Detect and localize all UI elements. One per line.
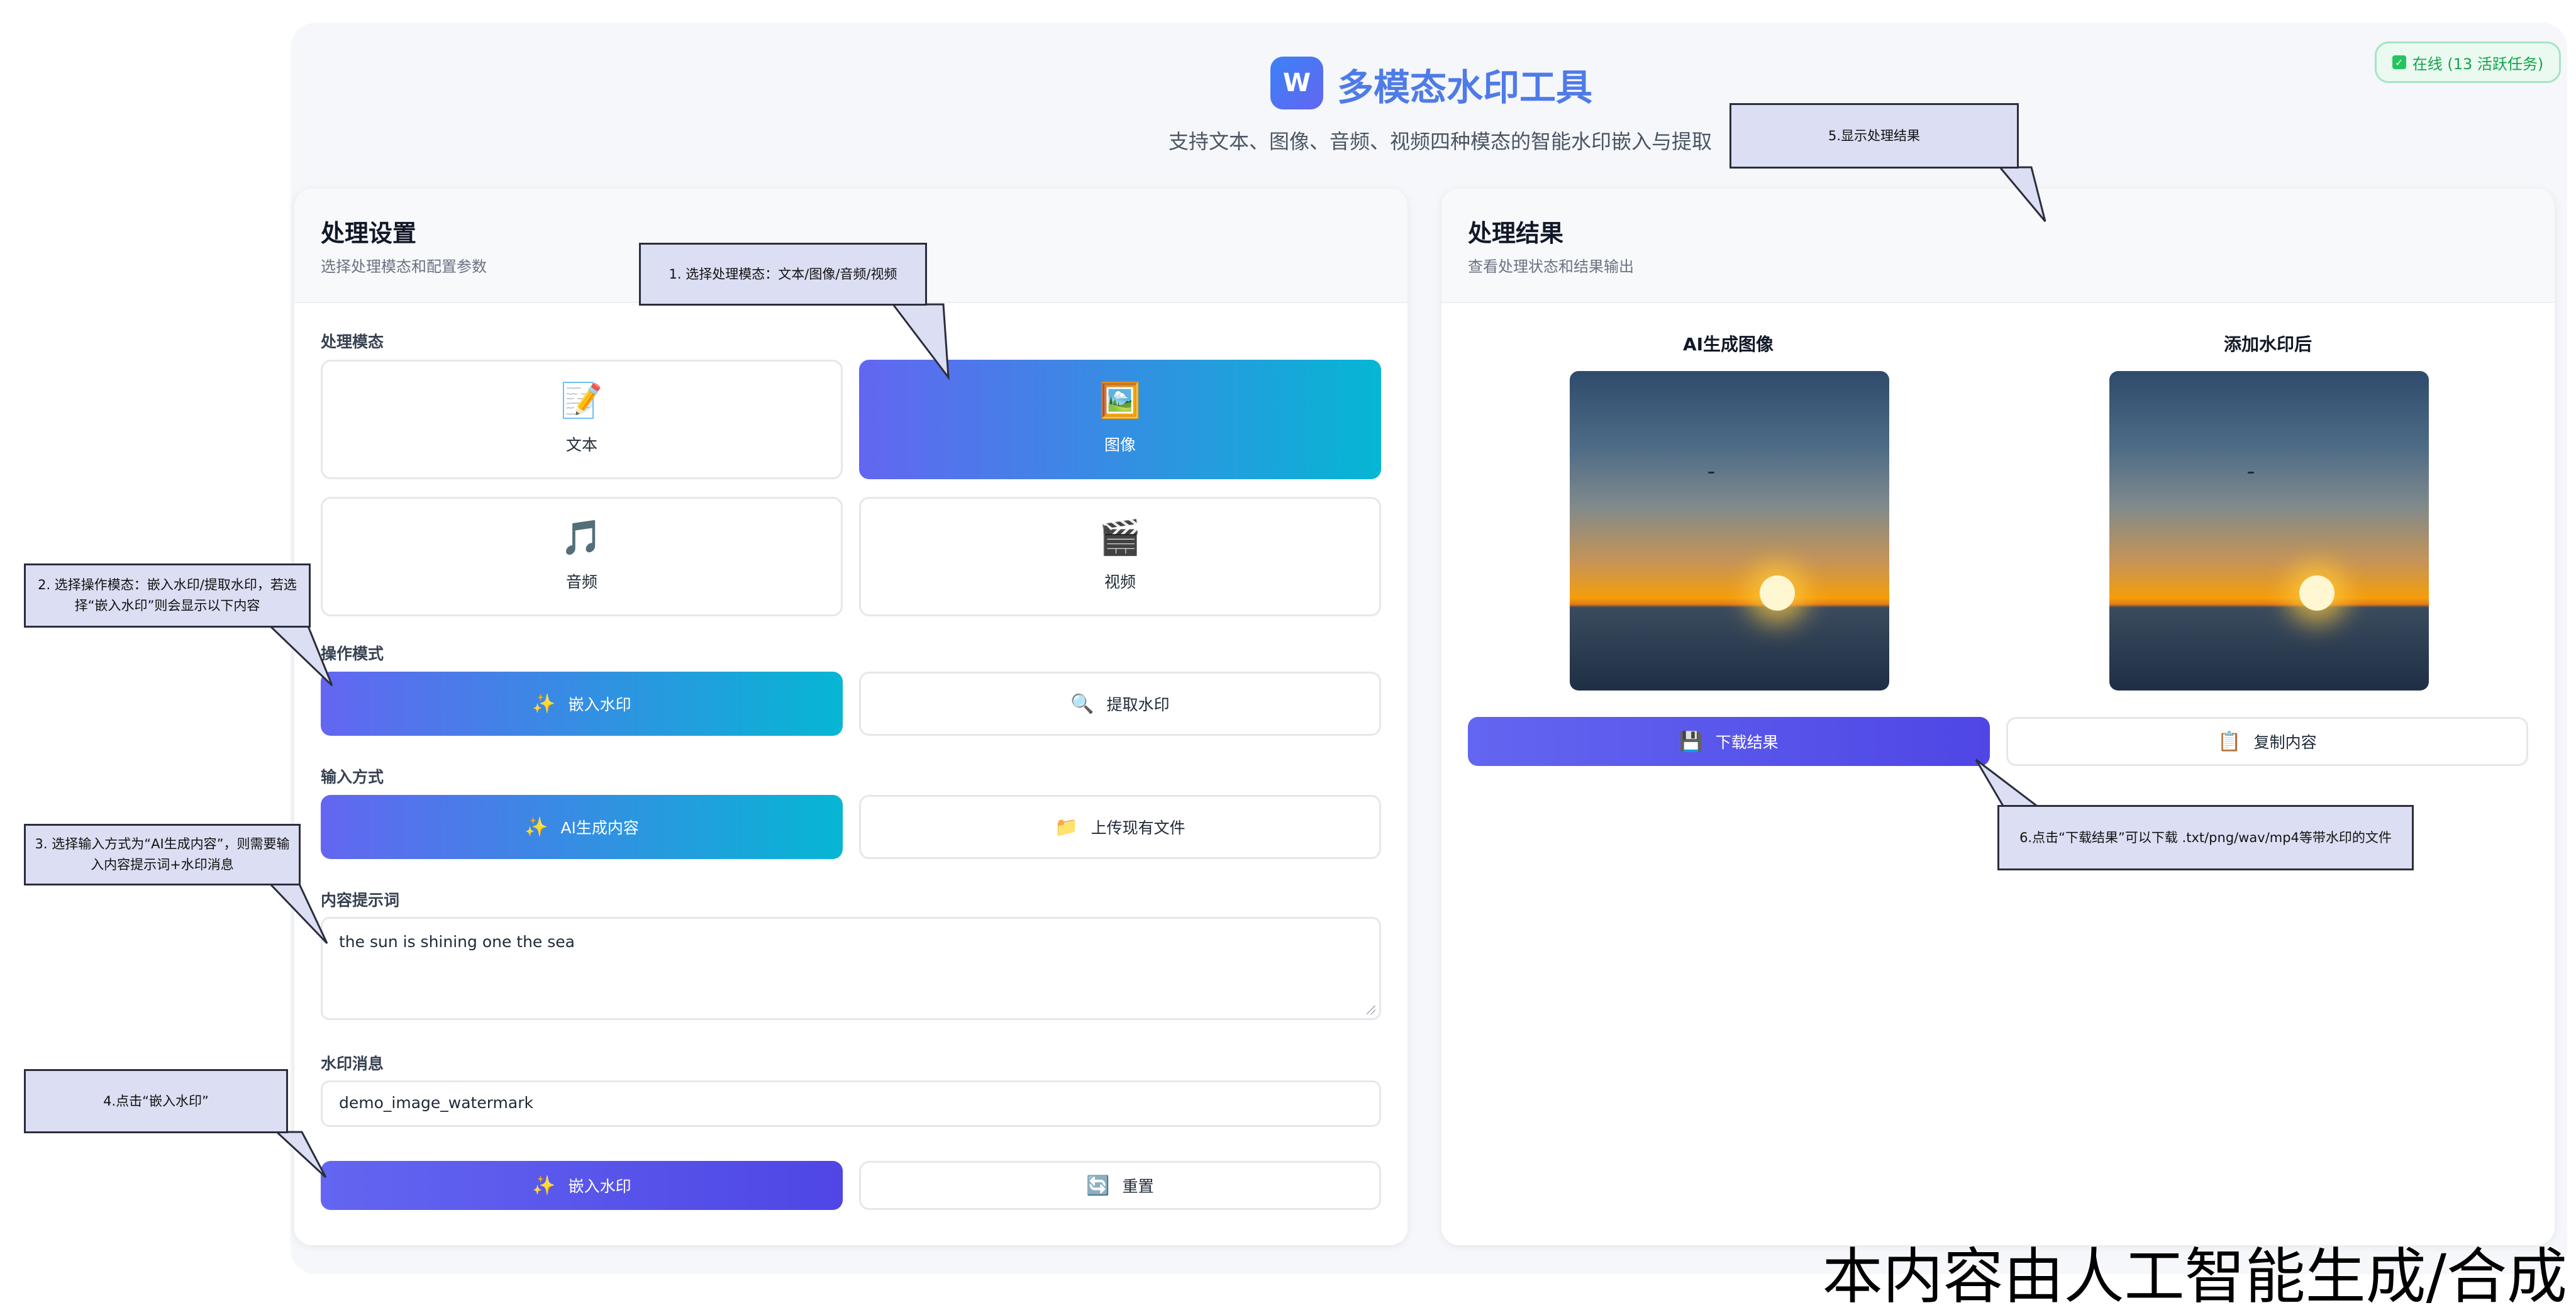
floppy-disk-icon: 💾 [1679, 730, 1703, 753]
clipboard-icon: 📋 [2218, 730, 2241, 753]
prompt-label: 内容提示词 [321, 891, 400, 909]
prompt-value: the sun is shining one the sea [339, 933, 575, 951]
modality-image-card[interactable]: 🖼️ 图像 [859, 360, 1381, 479]
watermark-input[interactable]: demo_image_watermark [321, 1080, 1381, 1127]
modality-text-card[interactable]: 📝 文本 [321, 360, 843, 479]
modality-audio-label: 音频 [565, 573, 597, 591]
download-result-button[interactable]: 💾 下载结果 [1468, 717, 1990, 766]
original-image [1570, 371, 1889, 691]
sparkles-icon: ✨ [525, 816, 548, 838]
results-panel-title: 处理结果 [1468, 219, 1564, 247]
reset-button[interactable]: 🔄 重置 [859, 1161, 1381, 1210]
resize-handle-icon[interactable] [1367, 1006, 1375, 1014]
embed-watermark-submit-button[interactable]: ✨ 嵌入水印 [321, 1161, 843, 1210]
watermarked-image [2109, 371, 2429, 691]
ai-generate-label: AI生成内容 [560, 819, 639, 837]
status-badge: ✓ 在线 (13 活跃任务) [2375, 42, 2561, 83]
extract-watermark-mode-button[interactable]: 🔍 提取水印 [859, 672, 1381, 736]
sparkles-icon: ✨ [532, 692, 556, 715]
modality-image-label: 图像 [1104, 436, 1136, 454]
modality-video-card[interactable]: 🎬 视频 [859, 497, 1381, 616]
ai-generated-label: 本内容由人工智能生成/合成 [1822, 1241, 2567, 1312]
upload-file-label: 上传现有文件 [1091, 819, 1185, 837]
app-logo: W [1270, 57, 1323, 109]
refresh-icon: 🔄 [1086, 1174, 1110, 1197]
app-title: 多模态水印工具 [1337, 66, 1593, 109]
results-panel: 处理结果 查看处理状态和结果输出 AI生成图像 添加水印后 💾 下载结果 📋 复… [1441, 189, 2555, 1245]
settings-panel: 处理设置 选择处理模态和配置参数 处理模态 📝 文本 🖼️ 图像 🎵 音频 🎬 … [294, 189, 1407, 1245]
music-note-icon: 🎵 [560, 518, 603, 557]
picture-icon: 🖼️ [1099, 380, 1141, 420]
status-text: 在线 (13 活跃任务) [2412, 55, 2544, 73]
embed-watermark-mode-button[interactable]: ✨ 嵌入水印 [321, 672, 843, 736]
copy-content-button[interactable]: 📋 复制内容 [2006, 717, 2528, 766]
upload-file-button[interactable]: 📁 上传现有文件 [859, 795, 1381, 859]
ai-generate-button[interactable]: ✨ AI生成内容 [321, 795, 843, 859]
download-label: 下载结果 [1715, 733, 1779, 752]
app-subtitle: 支持文本、图像、音频、视频四种模态的智能水印嵌入与提取 [1169, 130, 1713, 153]
check-square-icon: ✓ [2392, 55, 2406, 69]
results-panel-header: 处理结果 查看处理状态和结果输出 [1441, 189, 2555, 303]
callout-step-1: 1. 选择处理模态：文本/图像/音频/视频 [639, 243, 927, 306]
original-image-title: AI生成图像 [1682, 334, 1774, 355]
sun [2299, 575, 2334, 611]
watermark-label: 水印消息 [321, 1055, 384, 1073]
callout-step-5: 5.显示处理结果 [1729, 103, 2019, 169]
modality-video-label: 视频 [1104, 573, 1136, 591]
extract-watermark-mode-label: 提取水印 [1106, 696, 1170, 714]
callout-step-4: 4.点击“嵌入水印” [24, 1069, 288, 1133]
prompt-textarea[interactable]: the sun is shining one the sea [321, 917, 1381, 1020]
watermark-value: demo_image_watermark [339, 1094, 533, 1112]
results-panel-subtitle: 查看处理状态和结果输出 [1468, 258, 1634, 275]
operation-label: 操作模式 [321, 645, 384, 663]
callout-step-2: 2. 选择操作模态：嵌入水印/提取水印，若选择“嵌入水印”则会显示以下内容 [24, 563, 311, 628]
folder-icon: 📁 [1055, 816, 1079, 838]
bird-speck [2248, 472, 2254, 474]
submit-label: 嵌入水印 [568, 1177, 631, 1196]
sun [1760, 575, 1795, 611]
input-method-label: 输入方式 [321, 768, 384, 786]
reset-label: 重置 [1122, 1177, 1154, 1196]
settings-panel-title: 处理设置 [321, 219, 417, 247]
embed-watermark-mode-label: 嵌入水印 [568, 696, 631, 714]
settings-panel-subtitle: 选择处理模态和配置参数 [321, 258, 487, 275]
callout-step-6: 6.点击“下载结果”可以下载 .txt/png/wav/mp4等带水印的文件 [1997, 805, 2414, 870]
watermarked-image-title: 添加水印后 [2223, 334, 2312, 355]
sparkles-icon: ✨ [532, 1174, 556, 1197]
copy-label: 复制内容 [2253, 733, 2317, 752]
callout-step-3: 3. 选择输入方式为“AI生成内容”，则需要输入内容提示词+水印消息 [24, 824, 301, 885]
bird-speck [1708, 472, 1714, 474]
memo-icon: 📝 [560, 380, 603, 420]
clapper-board-icon: 🎬 [1099, 518, 1141, 557]
modality-text-label: 文本 [565, 436, 597, 454]
magnifier-icon: 🔍 [1070, 692, 1094, 715]
modality-audio-card[interactable]: 🎵 音频 [321, 497, 843, 616]
modality-label: 处理模态 [321, 333, 384, 351]
